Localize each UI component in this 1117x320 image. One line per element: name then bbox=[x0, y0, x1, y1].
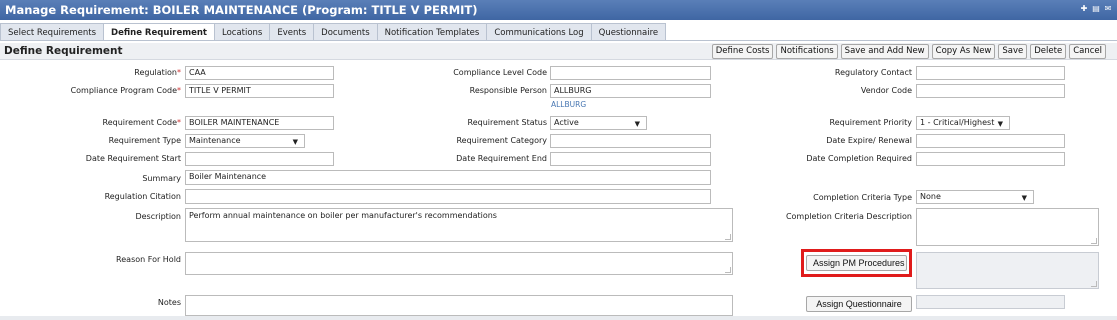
requirement-category-field[interactable] bbox=[550, 134, 711, 148]
save-and-add-new-button[interactable]: Save and Add New bbox=[840, 44, 929, 59]
regulation-citation-field[interactable] bbox=[185, 189, 711, 204]
chevron-down-icon: ▼ bbox=[634, 120, 640, 128]
description-label: Description bbox=[135, 212, 181, 221]
completion-criteria-description-textarea[interactable] bbox=[916, 208, 1099, 246]
date-requirement-start-label: Date Requirement Start bbox=[85, 154, 181, 163]
tab-define-requirement[interactable]: Define Requirement bbox=[104, 23, 215, 41]
chevron-down-icon: ▼ bbox=[292, 138, 298, 146]
define-costs-button[interactable]: Define Costs bbox=[711, 44, 774, 59]
notes-label: Notes bbox=[157, 298, 181, 307]
completion-criteria-description-label: Completion Criteria Description bbox=[785, 212, 912, 221]
summary-label: Summary bbox=[142, 174, 181, 183]
regulatory-contact-field[interactable] bbox=[916, 66, 1065, 80]
responsible-person-link[interactable]: ALLBURG bbox=[551, 100, 586, 109]
vendor-code-label: Vendor Code bbox=[860, 86, 912, 95]
description-textarea[interactable]: Perform annual maintenance on boiler per… bbox=[185, 208, 733, 242]
tab-questionnaire[interactable]: Questionnaire bbox=[591, 23, 667, 41]
tab-divider bbox=[0, 40, 1117, 41]
responsible-person-field[interactable]: ALLBURG bbox=[550, 84, 711, 98]
copy-as-new-button[interactable]: Copy As New bbox=[931, 44, 996, 59]
save-button[interactable]: Save bbox=[998, 44, 1028, 59]
section-title: Define Requirement bbox=[4, 45, 123, 57]
print-icon[interactable]: ▤ bbox=[1091, 4, 1101, 14]
compliance-program-code-label: Compliance Program Code* bbox=[70, 86, 181, 95]
regulation-citation-label: Regulation Citation bbox=[104, 192, 181, 201]
requirement-status-label: Requirement Status bbox=[467, 118, 547, 127]
date-requirement-end-field[interactable] bbox=[550, 152, 711, 166]
reason-for-hold-label: Reason For Hold bbox=[116, 255, 181, 264]
compliance-level-code-label: Compliance Level Code bbox=[453, 68, 547, 77]
tab-select-requirements[interactable]: Select Requirements bbox=[0, 23, 105, 41]
requirement-priority-label: Requirement Priority bbox=[829, 118, 912, 127]
window-title: Manage Requirement: BOILER MAINTENANCE (… bbox=[5, 3, 478, 17]
requirement-priority-select[interactable]: 1 - Critical/Highest ▼ bbox=[916, 116, 1010, 130]
bottom-edge bbox=[0, 316, 1117, 320]
compliance-program-code-field[interactable]: TITLE V PERMIT bbox=[185, 84, 334, 98]
notifications-button[interactable]: Notifications bbox=[776, 44, 838, 59]
tab-notification-templates[interactable]: Notification Templates bbox=[377, 23, 488, 41]
notes-textarea[interactable] bbox=[185, 295, 733, 316]
tab-communications-log[interactable]: Communications Log bbox=[487, 23, 592, 41]
requirement-type-label: Requirement Type bbox=[108, 136, 181, 145]
cancel-button[interactable]: Cancel bbox=[1069, 44, 1106, 59]
date-completion-required-label: Date Completion Required bbox=[806, 154, 912, 163]
date-requirement-start-field[interactable] bbox=[185, 152, 334, 166]
reason-for-hold-textarea[interactable] bbox=[185, 252, 733, 275]
date-completion-required-field[interactable] bbox=[916, 152, 1065, 166]
expand-icon[interactable]: ✚ bbox=[1079, 4, 1089, 14]
requirement-code-field[interactable]: BOILER MAINTENANCE bbox=[185, 116, 334, 130]
regulation-label: Regulation* bbox=[134, 68, 181, 77]
summary-field[interactable]: Boiler Maintenance bbox=[185, 170, 711, 185]
assign-pm-procedures-button[interactable]: Assign PM Procedures bbox=[806, 255, 907, 271]
tab-documents[interactable]: Documents bbox=[314, 23, 378, 41]
responsible-person-label: Responsible Person bbox=[469, 86, 547, 95]
date-expire-renewal-field[interactable] bbox=[916, 134, 1065, 148]
section-header: Define Requirement Define Costs Notifica… bbox=[0, 43, 1117, 60]
resize-grip-icon[interactable] bbox=[725, 267, 731, 273]
delete-button[interactable]: Delete bbox=[1030, 44, 1067, 59]
date-expire-renewal-label: Date Expire/ Renewal bbox=[826, 136, 912, 145]
completion-criteria-type-select[interactable]: None ▼ bbox=[916, 190, 1034, 204]
tab-bar: Select Requirements Define Requirement L… bbox=[0, 23, 667, 41]
compliance-level-code-field[interactable] bbox=[550, 66, 711, 80]
chevron-down-icon: ▼ bbox=[997, 120, 1003, 128]
tab-events[interactable]: Events bbox=[270, 23, 315, 41]
pm-procedures-display bbox=[916, 252, 1099, 289]
window-title-bar: Manage Requirement: BOILER MAINTENANCE (… bbox=[0, 0, 1117, 20]
resize-grip-icon[interactable] bbox=[725, 234, 731, 240]
action-toolbar: Define Costs Notifications Save and Add … bbox=[711, 44, 1106, 59]
requirement-code-label: Requirement Code* bbox=[102, 118, 181, 127]
regulation-field[interactable]: CAA bbox=[185, 66, 334, 80]
regulatory-contact-label: Regulatory Contact bbox=[834, 68, 912, 77]
assign-questionnaire-button[interactable]: Assign Questionnaire bbox=[806, 296, 912, 312]
resize-grip-icon[interactable] bbox=[1091, 238, 1097, 244]
requirement-status-select[interactable]: Active ▼ bbox=[550, 116, 647, 130]
requirement-category-label: Requirement Category bbox=[456, 136, 547, 145]
chevron-down-icon: ▼ bbox=[1021, 194, 1027, 202]
mail-icon[interactable]: ✉ bbox=[1103, 4, 1113, 14]
requirement-type-select[interactable]: Maintenance ▼ bbox=[185, 134, 305, 148]
vendor-code-field[interactable] bbox=[916, 84, 1065, 98]
questionnaire-display bbox=[916, 295, 1065, 309]
date-requirement-end-label: Date Requirement End bbox=[456, 154, 547, 163]
resize-grip-icon bbox=[1091, 281, 1097, 287]
tab-locations[interactable]: Locations bbox=[214, 23, 271, 41]
completion-criteria-type-label: Completion Criteria Type bbox=[813, 193, 912, 202]
